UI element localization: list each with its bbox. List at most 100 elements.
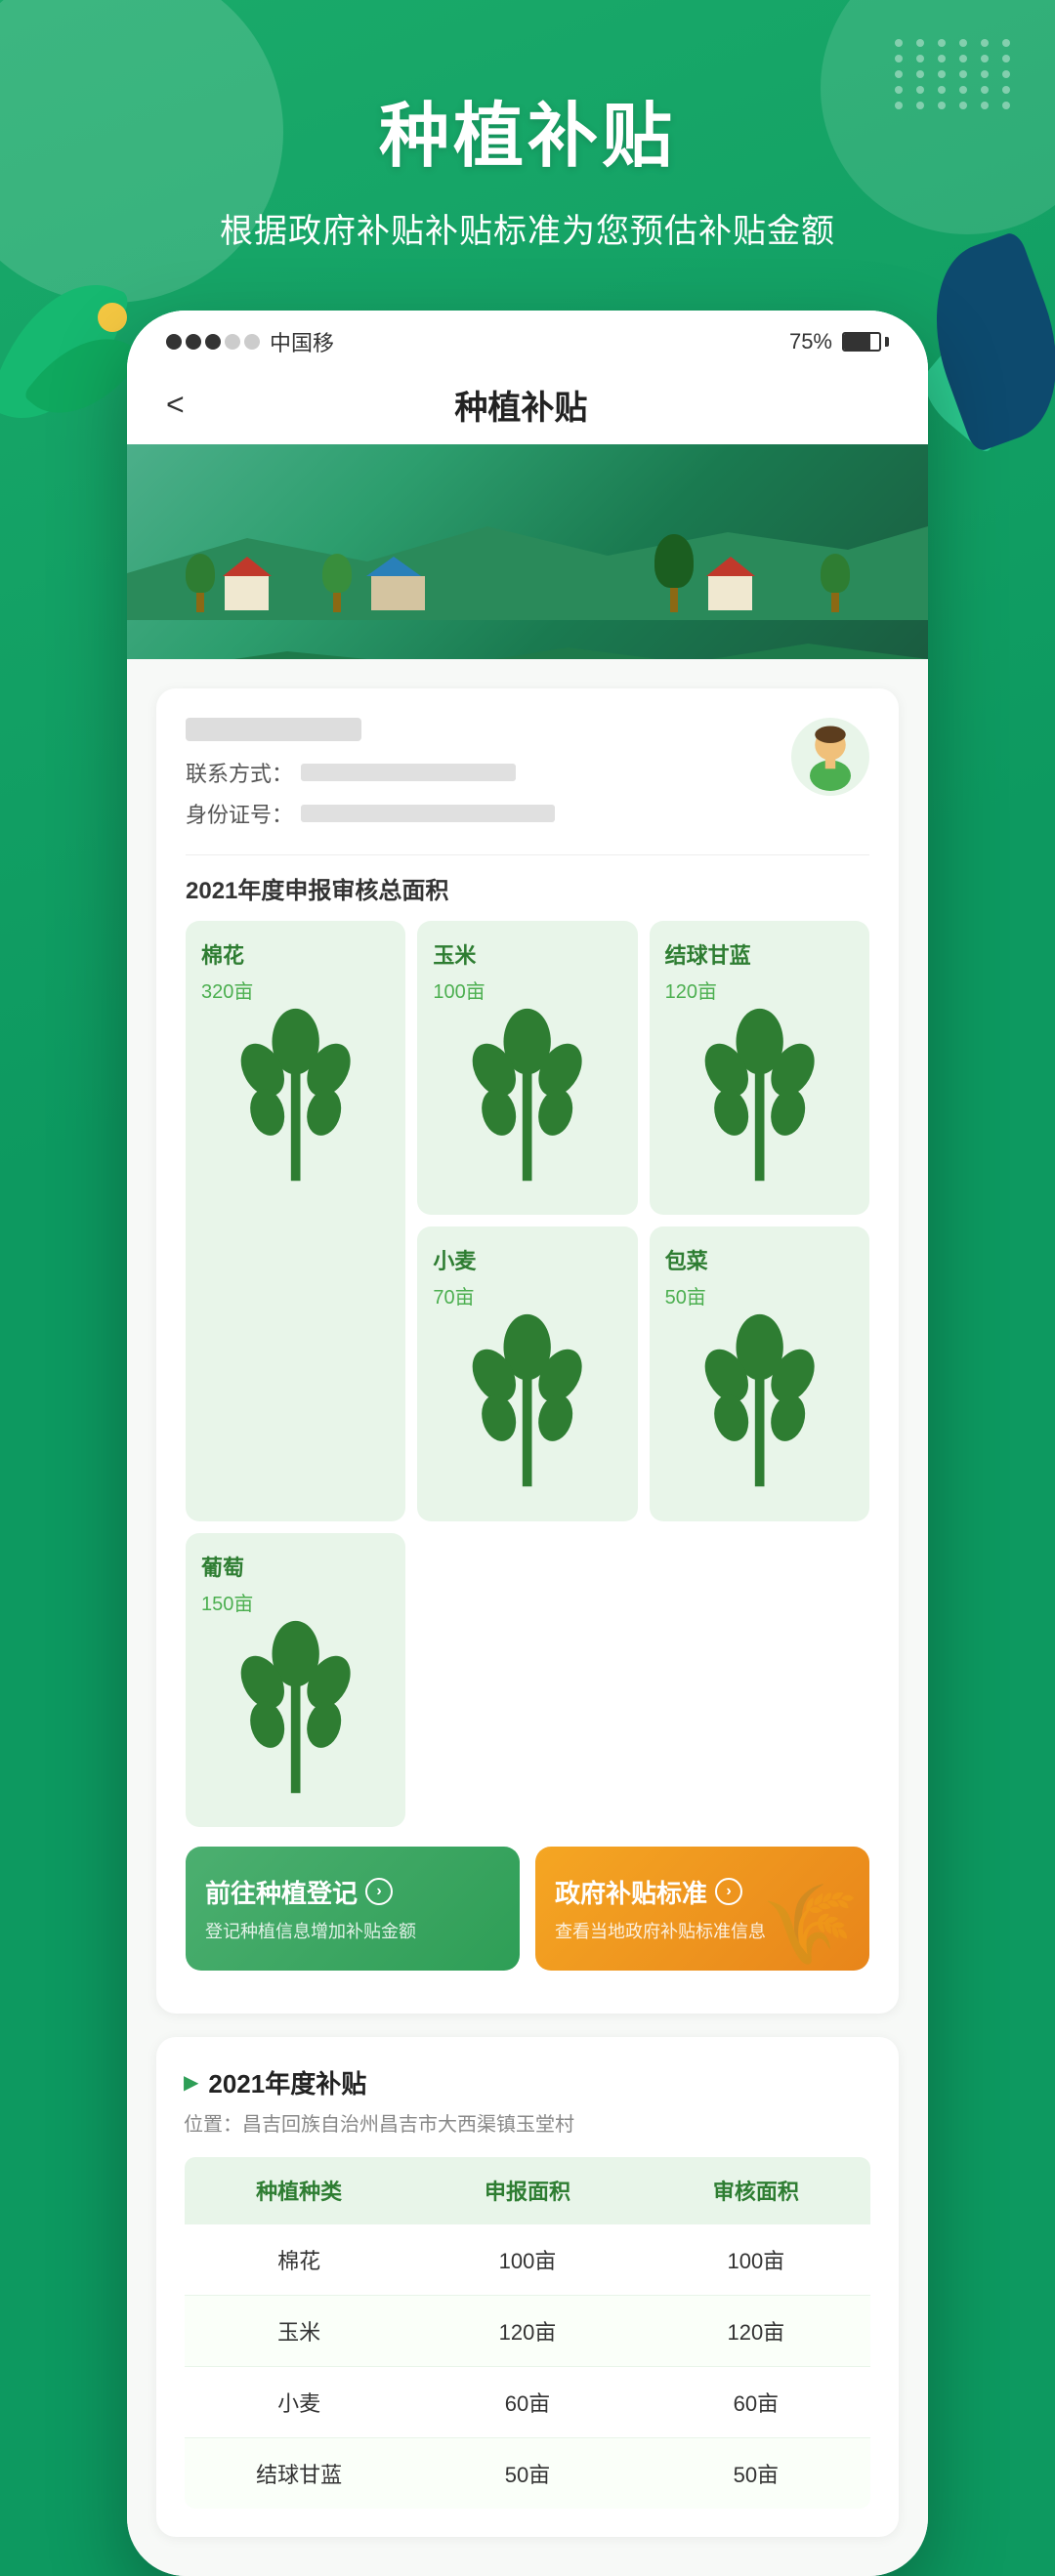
nav-title: 种植补贴: [185, 381, 858, 429]
table-header-reviewed: 审核面积: [642, 2156, 871, 2223]
tree-top-4: [654, 534, 694, 588]
planting-register-button[interactable]: 前往种植登记 › 登记种植信息增加补贴金额: [186, 1847, 520, 1971]
house-roof-3: [706, 557, 755, 576]
signal-dot-2: [186, 334, 201, 350]
tree-trunk-3: [831, 593, 839, 612]
table-cell-declared-3: 50亩: [413, 2437, 642, 2509]
subsidy-table: 种植种类 申报面积 审核面积 棉花100亩100亩玉米120亩120亩小麦60亩…: [184, 2156, 871, 2510]
house-1: [225, 576, 269, 610]
crop-icon-svg: [665, 1004, 854, 1192]
user-card: 联系方式： 身份证号：: [156, 688, 899, 2014]
crop-name: 结球甘蓝: [665, 938, 854, 970]
register-btn-title: 前往种植登记 ›: [205, 1874, 500, 1910]
table-cell-declared-1: 120亩: [413, 2295, 642, 2366]
hill-front: [127, 620, 928, 659]
battery-tip: [885, 337, 889, 347]
status-left: 中国移: [166, 326, 334, 357]
table-cell-crop-2: 小麦: [185, 2366, 414, 2437]
avatar-svg: [796, 723, 865, 791]
tree-trunk-2: [333, 593, 341, 612]
house-body-2: [371, 576, 425, 610]
tree-top-3: [821, 554, 850, 593]
user-name-blurred: [186, 718, 361, 741]
table-cell-crop-3: 结球甘蓝: [185, 2437, 414, 2509]
crop-area: 150亩: [201, 1588, 390, 1616]
divider: [186, 854, 869, 855]
table-header-crop: 种植种类: [185, 2156, 414, 2223]
crop-icon-svg: [201, 1004, 390, 1192]
gov-arrow-icon: ›: [715, 1878, 742, 1905]
subsidy-title-arrow-icon: ▶: [184, 2070, 198, 2095]
house-3: [708, 576, 752, 610]
tree-trunk-4: [670, 588, 678, 612]
tree-top-2: [322, 554, 352, 593]
tree-2: [322, 554, 352, 612]
contact-blurred: [301, 764, 516, 781]
carrier-text: 中国移: [270, 326, 334, 357]
gov-standard-button[interactable]: 政府补贴标准 › 查看当地政府补贴标准信息 🌾: [535, 1847, 869, 1971]
crop-icon-svg: [201, 1616, 390, 1805]
subsidy-header: ▶ 2021年度补贴: [184, 2064, 871, 2100]
table-row: 结球甘蓝50亩50亩: [185, 2437, 871, 2509]
battery-body: [842, 332, 881, 352]
user-info-row: 联系方式： 身份证号：: [186, 718, 869, 839]
crop-area: 50亩: [665, 1281, 854, 1309]
user-id-field: 身份证号：: [186, 798, 772, 829]
table-cell-declared-0: 100亩: [413, 2223, 642, 2295]
status-right: 75%: [789, 329, 889, 354]
user-contact-field: 联系方式：: [186, 757, 772, 788]
table-cell-reviewed-2: 60亩: [642, 2366, 871, 2437]
crop-name: 葡萄: [201, 1551, 390, 1582]
battery-icon: [842, 332, 889, 352]
register-btn-desc: 登记种植信息增加补贴金额: [205, 1918, 500, 1943]
user-details: 联系方式： 身份证号：: [186, 718, 772, 839]
page-title: 种植补贴: [379, 78, 676, 181]
subsidy-section: ▶ 2021年度补贴 位置：昌吉回族自治州昌吉市大西渠镇玉堂村 种植种类 申报面…: [156, 2037, 899, 2537]
tree-top-1: [186, 554, 215, 593]
table-cell-reviewed-3: 50亩: [642, 2437, 871, 2509]
table-row: 玉米120亩120亩: [185, 2295, 871, 2366]
phone-mockup: 中国移 75% < 种植补贴: [127, 311, 928, 2576]
table-cell-crop-1: 玉米: [185, 2295, 414, 2366]
crop-card-包菜: 包菜 50亩: [650, 1226, 869, 1520]
subsidy-location: 位置：昌吉回族自治州昌吉市大西渠镇玉堂村: [184, 2108, 871, 2137]
page-subtitle: 根据政府补贴补贴标准为您预估补贴金额: [220, 204, 835, 252]
back-button[interactable]: <: [166, 387, 185, 423]
crop-name: 小麦: [433, 1244, 621, 1275]
tree-4: [654, 534, 694, 612]
crop-icon-svg: [665, 1309, 854, 1498]
house-body-3: [708, 576, 752, 610]
table-cell-reviewed-0: 100亩: [642, 2223, 871, 2295]
crop-card-棉花: 棉花320亩: [186, 921, 405, 1521]
hero-scenery: [127, 503, 928, 659]
table-cell-crop-0: 棉花: [185, 2223, 414, 2295]
crop-name: 包菜: [665, 1244, 854, 1275]
crop-icon-svg: [433, 1309, 621, 1498]
crop-icon-svg: [433, 1004, 621, 1192]
hero-image: [127, 444, 928, 659]
action-buttons-row: 前往种植登记 › 登记种植信息增加补贴金额 政府补贴标准 › 查看当地政府补贴标…: [186, 1847, 869, 1971]
crops-grid: 棉花320亩玉米100亩结球甘蓝120亩小麦70亩包菜50亩葡萄150亩: [186, 921, 869, 1827]
id-label: 身份证号：: [186, 798, 293, 829]
avatar: [791, 718, 869, 796]
content-area: 联系方式： 身份证号：: [127, 659, 928, 2576]
contact-label: 联系方式：: [186, 757, 293, 788]
nav-bar: < 种植补贴: [127, 365, 928, 444]
table-cell-declared-2: 60亩: [413, 2366, 642, 2437]
signal-dot-3: [205, 334, 221, 350]
signal-dot-4: [225, 334, 240, 350]
crop-card-葡萄: 葡萄 150亩: [186, 1533, 405, 1827]
crop-name: 棉花: [201, 938, 390, 970]
id-blurred: [301, 805, 555, 822]
crop-name: 玉米: [433, 938, 621, 970]
crop-area: 100亩: [433, 976, 621, 1004]
crop-section-title: 2021年度申报审核总面积: [186, 871, 869, 905]
table-header-row: 种植种类 申报面积 审核面积: [185, 2156, 871, 2223]
battery-percent: 75%: [789, 329, 832, 354]
page-wrapper: 种植补贴 根据政府补贴补贴标准为您预估补贴金额 中国移 75%: [0, 0, 1055, 2576]
signal-dot-5: [244, 334, 260, 350]
tree-1: [186, 554, 215, 612]
status-bar: 中国移 75%: [127, 311, 928, 365]
table-row: 棉花100亩100亩: [185, 2223, 871, 2295]
house-roof-1: [223, 557, 272, 576]
